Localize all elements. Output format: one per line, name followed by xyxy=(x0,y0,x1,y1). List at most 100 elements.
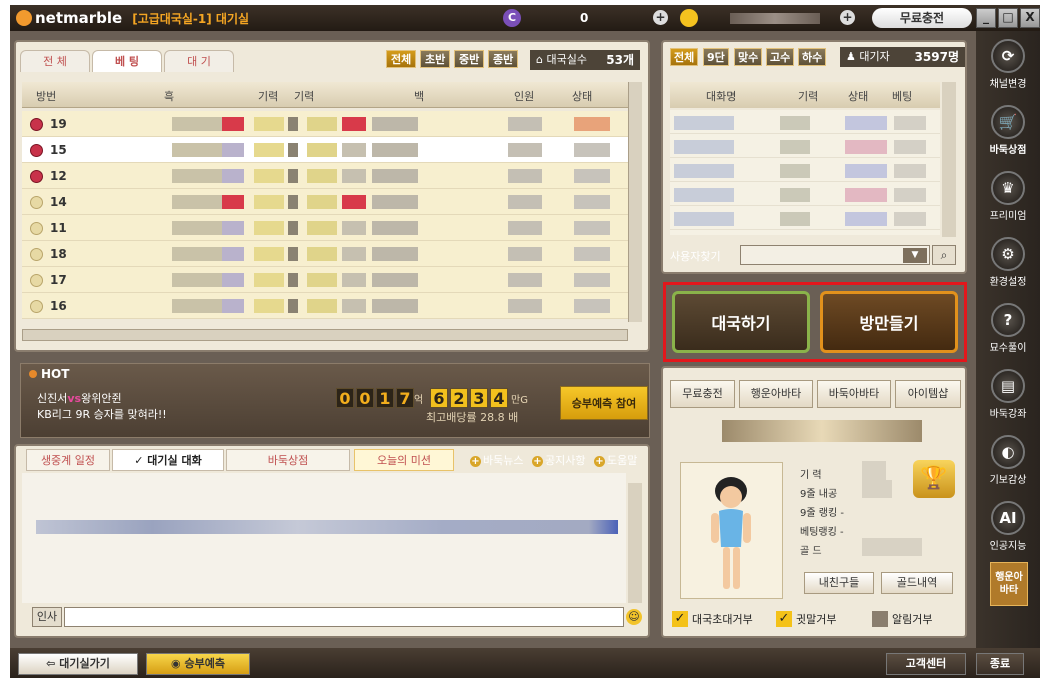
maximize-button[interactable]: □ xyxy=(998,8,1018,28)
link-news[interactable]: 바둑뉴스 xyxy=(470,452,523,468)
col-user-status[interactable]: 상태 xyxy=(848,88,868,104)
col-white[interactable]: 백 xyxy=(414,88,424,104)
close-button[interactable]: X xyxy=(1020,8,1040,28)
nav-lucky-avatar[interactable]: 행운아바타 xyxy=(990,562,1028,606)
col-user-betting[interactable]: 베팅 xyxy=(892,88,912,104)
predict-button[interactable]: ◉ 승부예측 xyxy=(146,653,250,675)
table-row[interactable]: 18 xyxy=(22,241,628,267)
refuse-invite-checkbox[interactable]: ✓ 대국초대거부 xyxy=(672,611,753,627)
blurred-cell xyxy=(307,299,337,313)
col-room-no[interactable]: 방번 xyxy=(36,88,56,104)
chat-input[interactable] xyxy=(64,607,624,627)
refuse-alert-checkbox[interactable]: 알림거부 xyxy=(872,611,932,627)
user-list-scrollbar[interactable] xyxy=(942,82,956,237)
check-icon[interactable]: ✓ xyxy=(776,611,792,627)
back-to-lobby-button[interactable]: ⇦ 대기실가기 xyxy=(18,653,138,675)
user-search-input[interactable] xyxy=(740,245,930,265)
nav-label: 묘수풀이 xyxy=(989,343,1027,354)
predict-join-button[interactable]: 승부예측 참여 xyxy=(560,386,648,420)
unchecked-box-icon[interactable] xyxy=(872,611,888,627)
room-list-hscrollbar[interactable] xyxy=(22,329,628,341)
lecture-icon: ▤ xyxy=(991,369,1025,403)
chat-mode-label[interactable]: 인사 xyxy=(32,607,62,627)
tab-waiting[interactable]: 대 기 xyxy=(164,50,234,72)
tab-betting[interactable]: 베 팅 xyxy=(92,50,162,72)
nav-game-record[interactable]: ◐ 기보감상 xyxy=(976,435,1040,486)
table-row[interactable]: 11 xyxy=(22,215,628,241)
tab-today-mission[interactable]: 오늘의 미션 xyxy=(354,449,454,471)
col-people[interactable]: 인원 xyxy=(514,88,534,104)
table-row[interactable]: 15 xyxy=(22,137,628,163)
table-row[interactable]: 17 xyxy=(22,267,628,293)
gold-history-button[interactable]: 골드내역 xyxy=(881,572,953,594)
col-status[interactable]: 상태 xyxy=(572,88,592,104)
tab-baduk-shop[interactable]: 바둑상점 xyxy=(226,449,350,471)
item-shop-button[interactable]: 아이템샵 xyxy=(895,380,961,408)
blurred-cell xyxy=(780,188,810,202)
col-rank-black[interactable]: 기력 xyxy=(258,88,278,104)
nav-label: 환경설정 xyxy=(989,277,1027,288)
check-icon[interactable]: ✓ xyxy=(672,611,688,627)
tab-lobby-chat[interactable]: ✓ 대기실 대화 xyxy=(112,449,224,471)
nav-premium[interactable]: ♛ 프리미엄 xyxy=(976,171,1040,222)
nav-channel-change[interactable]: ⟳ 채널변경 xyxy=(976,39,1040,90)
col-nickname[interactable]: 대화명 xyxy=(706,88,736,104)
blurred-cell xyxy=(894,212,926,226)
exit-button[interactable]: 종료 xyxy=(976,653,1024,675)
vs-label: vs xyxy=(67,392,82,405)
user-filter-weak[interactable]: 하수 xyxy=(798,48,827,66)
tab-all[interactable]: 전 체 xyxy=(20,50,90,72)
room-status-icon xyxy=(30,300,43,313)
trophy-icon[interactable]: 🏆 xyxy=(913,460,955,498)
filter-late[interactable]: 종반 xyxy=(488,50,519,68)
user-filter-all[interactable]: 전체 xyxy=(670,48,699,66)
baduk-avatar-button[interactable]: 바둑아바타 xyxy=(817,380,891,408)
filter-mid[interactable]: 중반 xyxy=(454,50,485,68)
blurred-cell xyxy=(307,117,337,131)
make-room-button[interactable]: 방만들기 xyxy=(820,291,958,353)
lucky-avatar-button[interactable]: 행운아바타 xyxy=(739,380,813,408)
user-filter-strong[interactable]: 고수 xyxy=(766,48,795,66)
emoticon-icon[interactable]: ☺ xyxy=(626,609,642,625)
user-row[interactable] xyxy=(670,158,940,182)
user-row[interactable] xyxy=(670,206,940,230)
free-charge-shop-button[interactable]: 무료충전 xyxy=(670,380,735,408)
refuse-whisper-checkbox[interactable]: ✓ 귓말거부 xyxy=(776,611,836,627)
filter-early[interactable]: 초반 xyxy=(420,50,451,68)
col-black[interactable]: 흑 xyxy=(164,88,174,104)
nav-settings[interactable]: ⚙ 환경설정 xyxy=(976,237,1040,288)
user-row[interactable] xyxy=(670,134,940,158)
chevron-down-icon[interactable]: ▼ xyxy=(903,248,927,263)
link-notice[interactable]: 공지사항 xyxy=(532,452,585,468)
nav-lecture[interactable]: ▤ 바둑강좌 xyxy=(976,369,1040,420)
add-coin-icon[interactable]: + xyxy=(653,10,668,25)
user-row[interactable] xyxy=(670,182,940,206)
user-table-header: 대화명 기력 상태 베팅 xyxy=(670,82,940,108)
table-row[interactable]: 16 xyxy=(22,293,628,319)
link-help[interactable]: 도움말 xyxy=(594,452,637,468)
play-game-button[interactable]: 대국하기 xyxy=(672,291,810,353)
user-filter-match[interactable]: 맞수 xyxy=(734,48,763,66)
table-row[interactable]: 19 xyxy=(22,111,628,137)
nav-ai[interactable]: AI 인공지능 xyxy=(976,501,1040,552)
free-charge-button[interactable]: 무료충전 xyxy=(872,8,972,28)
tab-live-schedule[interactable]: 생중계 일정 xyxy=(26,449,110,471)
customer-center-button[interactable]: 고객센터 xyxy=(886,653,966,675)
user-row[interactable] xyxy=(670,110,940,134)
col-rank-white[interactable]: 기력 xyxy=(294,88,314,104)
nav-puzzle[interactable]: ? 묘수풀이 xyxy=(976,303,1040,354)
search-icon[interactable]: ⌕ xyxy=(932,245,956,265)
room-list-scrollbar[interactable] xyxy=(628,82,642,322)
user-filter-9dan[interactable]: 9단 xyxy=(703,48,729,66)
my-friends-button[interactable]: 내친구들 xyxy=(804,572,874,594)
blurred-cell xyxy=(307,247,337,261)
table-row[interactable]: 12 xyxy=(22,163,628,189)
minimize-button[interactable]: _ xyxy=(976,8,996,28)
filter-all[interactable]: 전체 xyxy=(386,50,417,68)
premium-icon: ♛ xyxy=(991,171,1025,205)
add-gold-icon[interactable]: + xyxy=(840,10,855,25)
nav-baduk-shop[interactable]: 🛒 바둑상점 xyxy=(976,105,1040,156)
chat-scrollbar[interactable] xyxy=(628,483,642,603)
table-row[interactable]: 14 xyxy=(22,189,628,215)
col-user-rank[interactable]: 기력 xyxy=(798,88,818,104)
